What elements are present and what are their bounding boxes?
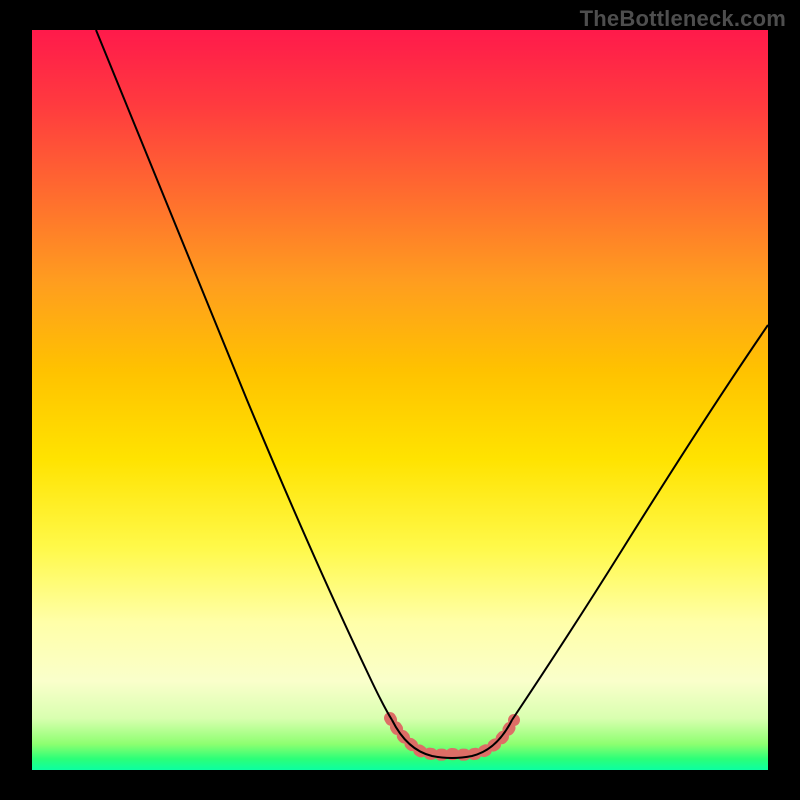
curve-left-path [96, 30, 392, 720]
bottom-highlight-path [390, 718, 514, 755]
curve-right-path [512, 325, 768, 720]
chart-svg [32, 30, 768, 770]
plot-area [32, 30, 768, 770]
watermark-text: TheBottleneck.com [580, 6, 786, 32]
